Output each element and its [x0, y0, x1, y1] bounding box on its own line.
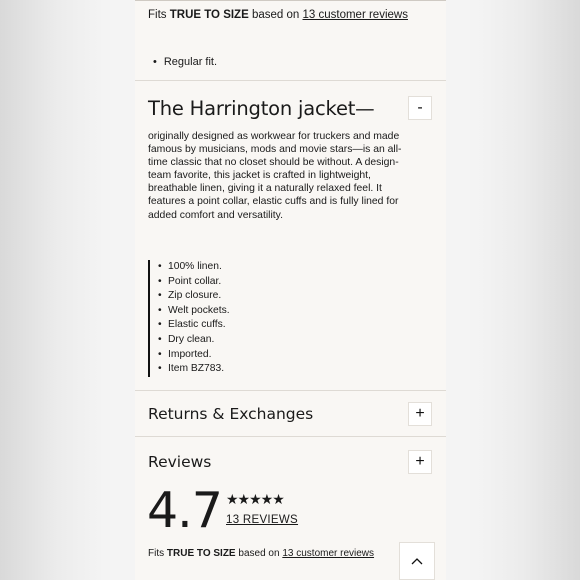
top-divider	[135, 0, 446, 1]
section-divider	[135, 390, 446, 391]
fit-summary-top: Fits TRUE TO SIZE based on 13 customer r…	[148, 9, 408, 21]
feature-item: Elastic cuffs.	[158, 318, 368, 333]
section-divider	[135, 80, 446, 81]
average-rating: 4.7	[147, 482, 223, 539]
feature-list: 100% linen. Point collar. Zip closure. W…	[148, 260, 368, 377]
fit-prefix: Fits	[148, 548, 165, 559]
fit-emphasis: TRUE TO SIZE	[166, 548, 236, 559]
regular-fit-bullet: Regular fit.	[153, 56, 217, 68]
scroll-to-top-button[interactable]	[399, 542, 435, 580]
product-page: Fits TRUE TO SIZE based on 13 customer r…	[135, 0, 446, 580]
expand-returns-button[interactable]: +	[408, 402, 432, 426]
returns-exchanges-label[interactable]: Returns & Exchanges	[148, 405, 313, 423]
feature-item: Dry clean.	[158, 333, 368, 348]
feature-item: Welt pockets.	[158, 304, 368, 319]
reviews-count-text[interactable]: 13 REVIEWS	[226, 514, 298, 526]
feature-item: Point collar.	[158, 275, 368, 290]
feature-item: Zip closure.	[158, 289, 368, 304]
customer-reviews-link[interactable]: 13 customer reviews	[282, 548, 374, 559]
fit-emphasis: TRUE TO SIZE	[169, 9, 249, 21]
feature-item: Item BZ783.	[158, 362, 368, 377]
reviews-label[interactable]: Reviews	[148, 453, 211, 471]
expand-reviews-button[interactable]: +	[408, 450, 432, 474]
fit-summary-bottom: Fits TRUE TO SIZE based on 13 customer r…	[148, 548, 374, 559]
feature-item: Imported.	[158, 348, 368, 363]
product-title: The Harrington jacket—	[148, 97, 375, 120]
fit-prefix: Fits	[148, 9, 167, 21]
product-description: originally designed as workwear for truc…	[148, 131, 402, 221]
feature-item: 100% linen.	[158, 260, 368, 275]
fit-middle: based on	[238, 548, 280, 559]
customer-reviews-link[interactable]: 13 customer reviews	[303, 9, 408, 21]
chevron-up-icon	[411, 558, 423, 565]
star-rating-icon: ★★★★★	[226, 491, 285, 507]
reviews-count-link[interactable]: 13 REVIEWS	[226, 514, 298, 526]
fit-middle: based on	[251, 9, 300, 21]
collapse-details-button[interactable]: -	[408, 96, 432, 120]
section-divider	[135, 436, 446, 437]
